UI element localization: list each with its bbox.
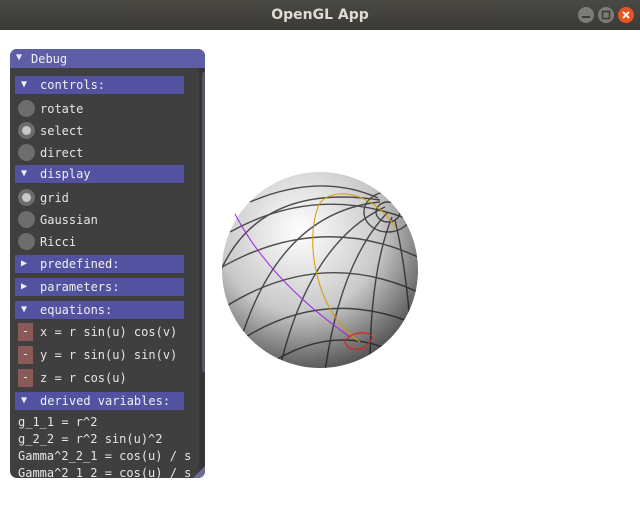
window-title: OpenGL App [271, 7, 369, 23]
close-icon [622, 11, 630, 19]
header-equations-label: equations: [40, 303, 113, 317]
collapsed-triangle-icon: ▶ [21, 258, 28, 269]
radio-button[interactable] [18, 100, 35, 117]
radio-button[interactable] [18, 211, 35, 228]
equation-z-text: z = r cos(u) [40, 371, 127, 385]
radio-select-label: select [40, 124, 84, 138]
resize-grip[interactable] [193, 466, 205, 478]
radio-direct-label: direct [40, 146, 84, 160]
debug-panel-titlebar[interactable]: ▼ Debug [10, 49, 205, 68]
derived-variable: Gamma^2_1_2 = cos(u) / s [18, 466, 192, 478]
radio-ricci-label: Ricci [40, 235, 77, 249]
debug-panel-title: Debug [31, 52, 68, 66]
header-parameters[interactable]: ▶ parameters: [15, 278, 184, 296]
collapsed-triangle-icon: ▶ [21, 281, 28, 292]
radio-gaussian-label: Gaussian [40, 213, 98, 227]
collapse-triangle-icon[interactable]: ▼ [16, 52, 22, 63]
radio-button[interactable] [18, 144, 35, 161]
expanded-triangle-icon: ▼ [21, 79, 28, 90]
header-derived-label: derived variables: [40, 394, 171, 408]
header-predefined-label: predefined: [40, 257, 120, 271]
sphere-viewport[interactable] [220, 172, 420, 372]
window-titlebar[interactable]: OpenGL App [0, 0, 640, 30]
close-button[interactable] [618, 7, 634, 23]
debug-panel[interactable]: ▼ Debug ▼ controls: rotate select direct… [10, 49, 205, 478]
header-predefined[interactable]: ▶ predefined: [15, 255, 184, 273]
radio-button[interactable] [18, 233, 35, 250]
maximize-icon [601, 10, 611, 20]
radio-grid-label: grid [40, 191, 69, 205]
header-display-label: display [40, 167, 91, 181]
maximize-button[interactable] [598, 7, 614, 23]
header-controls[interactable]: ▼ controls: [15, 76, 184, 94]
radio-button-selected[interactable] [18, 189, 35, 206]
header-controls-label: controls: [40, 78, 106, 92]
derived-variable: Gamma^2_2_1 = cos(u) / s [18, 449, 192, 463]
expanded-triangle-icon: ▼ [21, 395, 28, 406]
minimize-icon [582, 16, 590, 18]
derived-variable: g_2_2 = r^2 sin(u)^2 [18, 432, 163, 446]
header-display[interactable]: ▼ display [15, 165, 184, 183]
header-parameters-label: parameters: [40, 280, 120, 294]
radio-rotate-label: rotate [40, 102, 84, 116]
radio-button-selected[interactable] [18, 122, 35, 139]
equation-y-text: y = r sin(u) sin(v) [40, 348, 178, 362]
expanded-triangle-icon: ▼ [21, 304, 28, 315]
header-equations[interactable]: ▼ equations: [15, 301, 184, 319]
equation-x-text: x = r sin(u) cos(v) [40, 325, 178, 339]
remove-equation-button[interactable]: - [18, 323, 33, 341]
remove-equation-button[interactable]: - [18, 346, 33, 364]
panel-scrollbar-thumb[interactable] [202, 71, 205, 373]
derived-variable: g_1_1 = r^2 [18, 415, 98, 429]
panel-scrollbar[interactable] [199, 68, 205, 478]
header-derived-variables[interactable]: ▼ derived variables: [15, 392, 184, 410]
expanded-triangle-icon: ▼ [21, 168, 28, 179]
sphere-render[interactable] [220, 172, 420, 372]
minimize-button[interactable] [578, 7, 594, 23]
remove-equation-button[interactable]: - [18, 369, 33, 387]
